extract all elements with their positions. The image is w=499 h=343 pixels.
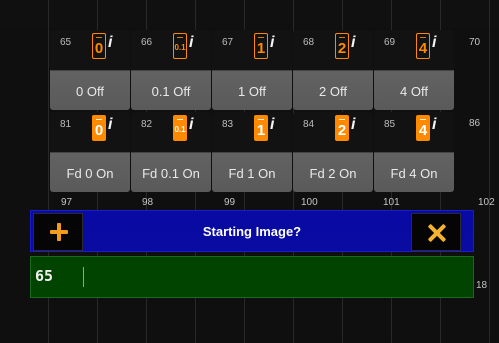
- tile-header: 66 0.1 i: [131, 30, 211, 70]
- tile-number: 66: [141, 37, 153, 48]
- top-strip: [0, 0, 499, 28]
- pool-tile-81[interactable]: 81 0 i Fd 0 On: [50, 112, 130, 192]
- close-button[interactable]: [411, 213, 461, 251]
- tile-footer: Fd 0.1 On: [131, 152, 211, 192]
- tile-number: 81: [60, 119, 72, 130]
- tile-header: 67 1 i: [212, 30, 292, 70]
- tile-number: 67: [222, 37, 234, 48]
- tile-footer: 0.1 Off: [131, 70, 211, 110]
- close-icon: [425, 221, 449, 245]
- info-icon[interactable]: i: [189, 116, 193, 134]
- tile-label: Fd 2 On: [309, 166, 357, 181]
- row3-tile-number-97: 97: [61, 197, 73, 208]
- grandma-screen: 65 0 i 0 Off 66 0.1 i 0.1 Off 67 1 i 1 O…: [0, 0, 499, 343]
- tile-header: 82 0.1 i: [131, 112, 211, 152]
- edge-tile-number-70: 70: [469, 37, 481, 48]
- tile-footer: 0 Off: [50, 70, 130, 110]
- row3-tile-number-99: 99: [224, 197, 236, 208]
- tile-label: Fd 0 On: [66, 166, 114, 181]
- info-icon[interactable]: i: [351, 116, 355, 134]
- tile-number: 82: [141, 119, 153, 130]
- dialog-title-bar: Starting Image?: [30, 210, 474, 252]
- tile-header: 83 1 i: [212, 112, 292, 152]
- tile-footer: Fd 0 On: [50, 152, 130, 192]
- row3-tile-number-98: 98: [142, 197, 154, 208]
- starting-image-input[interactable]: 65: [30, 256, 474, 298]
- tile-label: 2 Off: [319, 84, 347, 99]
- fader-preset-icon: 1: [254, 115, 268, 141]
- tile-number: 84: [303, 119, 315, 130]
- fader-preset-icon: 2: [335, 33, 349, 59]
- pool-tile-69[interactable]: 69 4 i 4 Off: [374, 30, 454, 110]
- tile-label: Fd 4 On: [390, 166, 438, 181]
- pool-tile-85[interactable]: 85 4 i Fd 4 On: [374, 112, 454, 192]
- dialog-title: Starting Image?: [202, 224, 302, 239]
- info-icon[interactable]: i: [270, 116, 274, 134]
- tile-header: 81 0 i: [50, 112, 130, 152]
- fader-preset-icon: 4: [416, 33, 430, 59]
- tile-number: 65: [60, 37, 72, 48]
- row3-tile-number-102: 102: [478, 197, 495, 208]
- fader-preset-icon: 1: [254, 33, 268, 59]
- tile-number: 83: [222, 119, 234, 130]
- tile-number: 68: [303, 37, 315, 48]
- info-icon[interactable]: i: [108, 116, 112, 134]
- starting-image-dialog: Starting Image? 65: [30, 210, 474, 298]
- tile-label: 0.1 Off: [151, 84, 191, 99]
- row3-tile-number-101: 101: [383, 197, 400, 208]
- tile-footer: 4 Off: [374, 70, 454, 110]
- pool-tile-84[interactable]: 84 2 i Fd 2 On: [293, 112, 373, 192]
- fader-preset-icon: 0.1: [173, 33, 187, 59]
- edge-tile-number-18: 18: [476, 280, 488, 291]
- tile-footer: 1 Off: [212, 70, 292, 110]
- tile-header: 84 2 i: [293, 112, 373, 152]
- input-value: 65: [35, 267, 54, 285]
- pool-tile-83[interactable]: 83 1 i Fd 1 On: [212, 112, 292, 192]
- fader-preset-icon: 0.1: [173, 115, 187, 141]
- tile-label: Fd 0.1 On: [142, 166, 200, 181]
- pool-tile-67[interactable]: 67 1 i 1 Off: [212, 30, 292, 110]
- fader-preset-icon: 0: [92, 33, 106, 59]
- tile-footer: Fd 4 On: [374, 152, 454, 192]
- text-cursor: [83, 267, 84, 287]
- tile-header: 69 4 i: [374, 30, 454, 70]
- edge-tile-number-86: 86: [469, 118, 481, 129]
- info-icon[interactable]: i: [432, 34, 436, 52]
- pool-tile-68[interactable]: 68 2 i 2 Off: [293, 30, 373, 110]
- fader-preset-icon: 0: [92, 115, 106, 141]
- row3-tile-number-100: 100: [301, 197, 318, 208]
- info-icon[interactable]: i: [108, 34, 112, 52]
- tile-number: 69: [384, 37, 396, 48]
- tile-header: 85 4 i: [374, 112, 454, 152]
- fader-preset-icon: 2: [335, 115, 349, 141]
- info-icon[interactable]: i: [189, 34, 193, 52]
- tile-number: 85: [384, 119, 396, 130]
- tile-label: 0 Off: [76, 84, 104, 99]
- tile-label: 4 Off: [400, 84, 428, 99]
- tile-footer: Fd 2 On: [293, 152, 373, 192]
- pool-tile-66[interactable]: 66 0.1 i 0.1 Off: [131, 30, 211, 110]
- tile-header: 65 0 i: [50, 30, 130, 70]
- pool-tile-65[interactable]: 65 0 i 0 Off: [50, 30, 130, 110]
- fader-preset-icon: 4: [416, 115, 430, 141]
- tile-footer: Fd 1 On: [212, 152, 292, 192]
- pool-tile-82[interactable]: 82 0.1 i Fd 0.1 On: [131, 112, 211, 192]
- info-icon[interactable]: i: [270, 34, 274, 52]
- tile-label: 1 Off: [238, 84, 266, 99]
- info-icon[interactable]: i: [351, 34, 355, 52]
- tile-footer: 2 Off: [293, 70, 373, 110]
- tile-label: Fd 1 On: [228, 166, 276, 181]
- tile-header: 68 2 i: [293, 30, 373, 70]
- info-icon[interactable]: i: [432, 116, 436, 134]
